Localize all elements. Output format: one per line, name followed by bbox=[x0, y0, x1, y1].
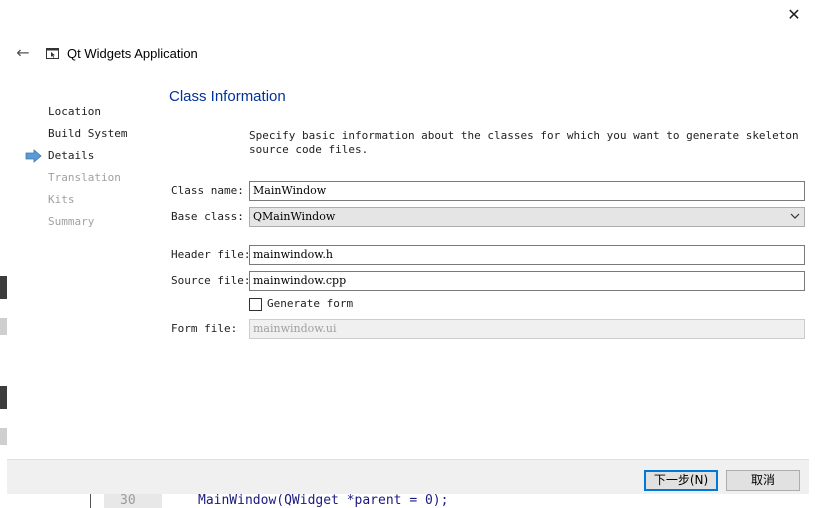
base-class-select[interactable]: QMainWindow bbox=[249, 207, 805, 227]
page-description: Specify basic information about the clas… bbox=[249, 129, 799, 156]
bg-code-line: MainWindow(QWidget *parent = 0); bbox=[198, 493, 449, 508]
form-file-label: Form file: bbox=[171, 322, 238, 335]
bg-strip bbox=[0, 386, 7, 409]
bg-strip bbox=[0, 428, 7, 445]
base-class-label: Base class: bbox=[171, 210, 244, 223]
header-file-label: Header file: bbox=[171, 248, 251, 261]
close-icon[interactable]: ✕ bbox=[783, 4, 805, 26]
generate-form-label[interactable]: Generate form bbox=[267, 295, 353, 313]
wizard-dialog: ✕ ← Qt Widgets Application Location Buil… bbox=[7, 0, 809, 494]
class-name-input[interactable]: MainWindow bbox=[249, 181, 805, 201]
next-button[interactable]: 下一步(N) bbox=[644, 470, 718, 491]
window-cursor-icon bbox=[46, 48, 59, 59]
step-translation: Translation bbox=[48, 171, 121, 184]
source-file-input[interactable]: mainwindow.cpp bbox=[249, 271, 805, 291]
step-summary: Summary bbox=[48, 215, 95, 228]
step-location: Location bbox=[48, 105, 101, 118]
header-file-input[interactable]: mainwindow.h bbox=[249, 245, 805, 265]
dialog-title: Qt Widgets Application bbox=[67, 46, 198, 61]
base-class-value: QMainWindow bbox=[253, 210, 336, 223]
bg-gutter-line bbox=[90, 494, 91, 508]
bg-strip bbox=[0, 318, 7, 335]
current-step-arrow-icon bbox=[25, 149, 42, 163]
bg-strip bbox=[0, 276, 7, 299]
form-file-input: mainwindow.ui bbox=[249, 319, 805, 339]
cancel-button[interactable]: 取消 bbox=[726, 470, 800, 491]
step-build-system: Build System bbox=[48, 127, 128, 140]
step-details: Details bbox=[48, 149, 95, 162]
source-file-label: Source file: bbox=[171, 274, 251, 287]
step-kits: Kits bbox=[48, 193, 75, 206]
bg-line-number: 30 bbox=[120, 493, 136, 508]
page-title: Class Information bbox=[169, 88, 286, 105]
class-name-label: Class name: bbox=[171, 184, 244, 197]
generate-form-checkbox[interactable] bbox=[249, 298, 262, 311]
arrow-left-icon[interactable]: ← bbox=[13, 43, 33, 63]
chevron-down-icon bbox=[790, 213, 800, 219]
